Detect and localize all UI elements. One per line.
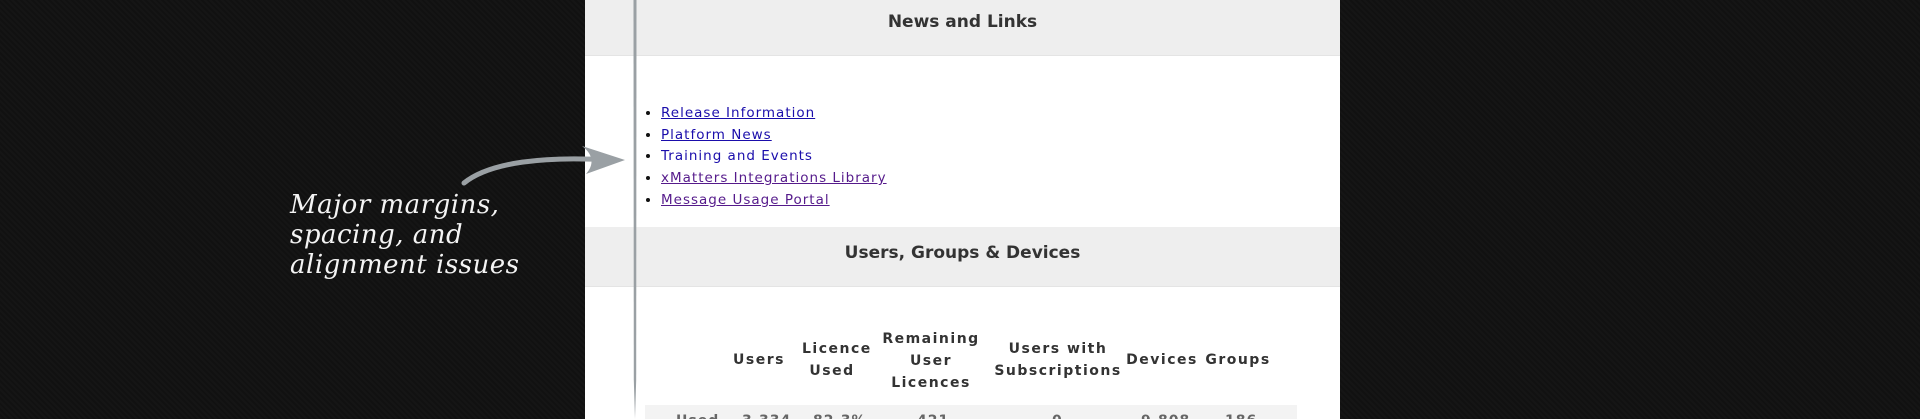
column-header-users-with-subscriptions: Users with Subscriptions (994, 341, 1122, 379)
release-information-link[interactable]: Release Information (661, 105, 815, 121)
column-header-users: Users (733, 352, 785, 368)
users-section-header: Users, Groups & Devices (585, 227, 1340, 287)
table-cell: Used (676, 410, 719, 419)
screenshot-canvas: News and Links Release Information Platf… (0, 0, 1920, 419)
news-section-header: News and Links (585, 0, 1340, 56)
callout-arrow-icon (461, 146, 625, 186)
list-item: Release Information (661, 103, 887, 125)
annotation-text: Major margins, spacing, and alignment is… (290, 190, 520, 280)
list-item: Platform News (661, 125, 887, 147)
dashboard-panel: News and Links Release Information Platf… (585, 0, 1340, 419)
news-links-list: Release Information Platform News Traini… (641, 103, 887, 211)
table-cell: 3,334 (742, 410, 791, 419)
column-header-remaining-licences: Remaining User Licences (882, 331, 980, 391)
margin-marker-line (633, 0, 637, 419)
table-cell: 421 (917, 410, 949, 419)
training-events-link[interactable]: Training and Events (661, 148, 813, 164)
integrations-library-link[interactable]: xMatters Integrations Library (661, 170, 887, 186)
list-item: Message Usage Portal (661, 190, 887, 212)
table-cell: 82.3% (813, 410, 867, 419)
column-header-groups: Groups (1205, 352, 1271, 368)
column-header-devices: Devices (1126, 352, 1198, 368)
table-cell: 0 (1052, 410, 1063, 419)
table-cell: 9,808 (1141, 410, 1190, 419)
list-item: xMatters Integrations Library (661, 168, 887, 190)
column-header-licence-used: Licence Used (802, 341, 872, 379)
platform-news-link[interactable]: Platform News (661, 127, 772, 143)
list-item: Training and Events (661, 146, 887, 168)
table-cell: 186 (1225, 410, 1257, 419)
message-usage-portal-link[interactable]: Message Usage Portal (661, 192, 830, 208)
